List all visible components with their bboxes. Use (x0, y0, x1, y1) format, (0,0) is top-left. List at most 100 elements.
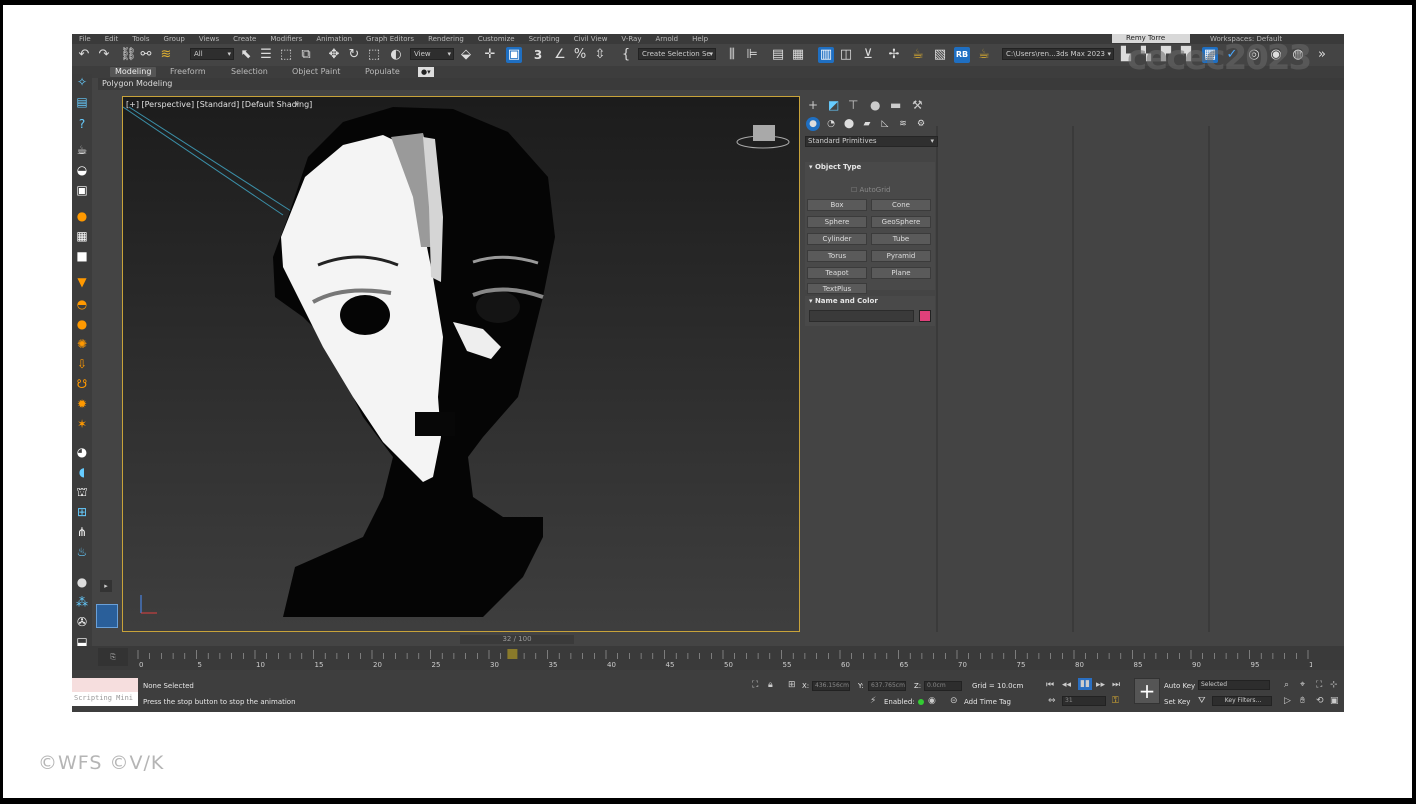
name-and-color-header[interactable]: ▾ Name and Color (805, 296, 935, 307)
omni-light-icon[interactable]: ☋ (74, 376, 90, 392)
rotate-icon[interactable]: ↻ (346, 47, 362, 63)
material-ball-icon[interactable]: ◕ (74, 444, 90, 460)
fire-icon[interactable]: ♨ (74, 544, 90, 560)
render-production-icon[interactable]: ☕ (976, 47, 992, 63)
more-tools-icon[interactable]: » (1314, 47, 1330, 63)
render-setup-icon[interactable]: ☕ (910, 47, 926, 63)
x-coordinate-field[interactable]: 436.156cm (812, 681, 850, 691)
menu-file[interactable]: File (72, 34, 98, 44)
cameras-icon[interactable]: ▰ (860, 117, 874, 131)
undo-icon[interactable]: ↶ (76, 47, 92, 63)
directional-light-icon[interactable]: ⇩ (74, 356, 90, 372)
region-select-icon[interactable]: ⬚ (278, 47, 294, 63)
ribbon-panel-label[interactable]: Polygon Modeling (102, 79, 172, 89)
menu-tools[interactable]: Tools (125, 34, 156, 44)
hierarchy-tab-icon[interactable]: ⊤ (848, 98, 858, 112)
torus-button[interactable]: Torus (807, 250, 867, 262)
textplus-button[interactable]: TextPlus (807, 283, 867, 294)
key-filter-icon[interactable]: ⛛ (1198, 696, 1206, 706)
viewport-label[interactable]: [+] [Perspective] [Standard] [Default Sh… (126, 100, 312, 109)
set-key-button[interactable]: Set Key (1164, 698, 1190, 706)
settings-icon[interactable]: ✇ (74, 614, 90, 630)
y-coordinate-field[interactable]: 637.765cm (868, 681, 906, 691)
orbit-icon[interactable]: ⟲ (1316, 696, 1324, 706)
object-type-header[interactable]: ▾ Object Type (805, 162, 935, 173)
curve-editor-icon[interactable]: ◫ (838, 47, 854, 63)
dome-light-icon[interactable]: ◓ (74, 296, 90, 312)
space-warps-icon[interactable]: ≋ (896, 117, 910, 131)
material-editor-icon[interactable]: ✢ (886, 47, 902, 63)
scene-explorer-icon[interactable]: ▤ (770, 47, 786, 63)
autogrid-checkbox[interactable]: ☐ AutoGrid (851, 186, 890, 194)
menu-modifiers[interactable]: Modifiers (263, 34, 309, 44)
utilities-tab-icon[interactable]: ⚒ (912, 98, 923, 112)
isolate-selection-icon[interactable]: ⛶ (752, 680, 758, 690)
redo-icon[interactable]: ↷ (96, 47, 112, 63)
select-manipulate-icon[interactable]: ✛ (482, 47, 498, 63)
go-to-start-icon[interactable]: ⏮ (1046, 680, 1054, 690)
ribbon-tab-freeform[interactable]: Freeform (170, 67, 206, 77)
sphere-button[interactable]: Sphere (807, 216, 867, 228)
spinner-snap-icon[interactable]: ⇳ (592, 47, 608, 63)
ribbon-tab-modeling[interactable]: Modeling (110, 67, 157, 77)
light-bulb-icon[interactable]: ● (74, 208, 90, 224)
menu-create[interactable]: Create (226, 34, 263, 44)
scale-icon[interactable]: ⬚ (366, 47, 382, 63)
sphere-light-icon[interactable]: ● (74, 316, 90, 332)
bind-space-warp-icon[interactable]: ≋ (158, 47, 174, 63)
rendered-frame-window-icon[interactable]: ▧ (932, 47, 948, 63)
menu-help[interactable]: Help (685, 34, 715, 44)
spot-light-icon[interactable]: ▼ (74, 274, 90, 290)
menu-edit[interactable]: Edit (98, 34, 126, 44)
teapot-icon[interactable]: ☕ (74, 142, 90, 158)
selection-lock-icon[interactable]: 🔒︎ (768, 680, 773, 690)
zoom-extents-icon[interactable]: ⛶ (1316, 680, 1322, 690)
tree-icon[interactable]: ⛫ (74, 484, 90, 500)
sun-light-icon[interactable]: ✹ (74, 396, 90, 412)
menu-civil-view[interactable]: Civil View (567, 34, 615, 44)
geometry-icon[interactable]: ● (806, 117, 820, 131)
go-to-end-icon[interactable]: ⏭ (1112, 680, 1120, 690)
zoom-icon[interactable]: ⌕ (1284, 680, 1289, 690)
video-camera-icon[interactable]: ■ (74, 248, 90, 264)
adaptive-degradation-icon[interactable]: ⚡ (870, 696, 876, 706)
ribbon-tab-object-paint[interactable]: Object Paint (292, 67, 340, 77)
maxscript-listener[interactable]: Scripting Mini (72, 678, 138, 706)
maximize-viewport-icon[interactable]: ▣ (1330, 696, 1339, 706)
keyboard-shortcut-toggle-icon[interactable]: ▣ (506, 47, 522, 63)
pan-icon[interactable]: ✋︎ (1300, 696, 1305, 706)
unlink-icon[interactable]: ⚯ (138, 47, 154, 63)
pyramid-button[interactable]: Pyramid (871, 250, 931, 262)
schematic-view-icon[interactable]: ⊻ (860, 47, 876, 63)
key-mode-select[interactable]: Selected (1198, 680, 1270, 690)
absolute-mode-icon[interactable]: ⊞ (788, 680, 796, 690)
enabled-indicator[interactable] (918, 699, 924, 705)
set-key-big-button[interactable]: + (1134, 678, 1160, 704)
select-by-name-icon[interactable]: ☰ (258, 47, 274, 63)
pivot-center-icon[interactable]: ⬙ (458, 47, 474, 63)
angle-snap-icon[interactable]: ∠ (552, 47, 568, 63)
helpers-icon[interactable]: ◺ (878, 117, 892, 131)
create-tab-icon[interactable]: + (808, 98, 818, 112)
systems-icon[interactable]: ⚙ (914, 117, 928, 131)
menu-vray[interactable]: V-Ray (614, 34, 648, 44)
shapes-icon[interactable]: ◔ (824, 117, 838, 131)
rb-button[interactable]: RB (954, 47, 970, 63)
zoom-all-icon[interactable]: ⌖ (1300, 680, 1305, 690)
selection-filter-select[interactable]: All (190, 48, 234, 60)
box-button[interactable]: Box (807, 199, 867, 211)
motion-tab-icon[interactable]: ● (870, 98, 880, 112)
auto-key-button[interactable]: Auto Key (1164, 682, 1195, 690)
tube-button[interactable]: Tube (871, 233, 931, 245)
reference-coordinate-select[interactable]: View (410, 48, 454, 60)
menu-scripting[interactable]: Scripting (522, 34, 567, 44)
display-tab-icon[interactable]: ▬ (890, 98, 901, 112)
layer-explorer-icon[interactable]: ▦ (790, 47, 806, 63)
previous-frame-icon[interactable]: ◂◂ (1062, 680, 1071, 690)
time-slider[interactable]: 32 / 100 (460, 635, 574, 644)
zoom-extents-all-icon[interactable]: ⊹ (1330, 680, 1338, 690)
menu-animation[interactable]: Animation (309, 34, 359, 44)
perspective-viewport[interactable]: [+] [Perspective] [Standard] [Default Sh… (122, 96, 800, 632)
menu-group[interactable]: Group (157, 34, 192, 44)
camera-bag-icon[interactable]: ▣ (74, 182, 90, 198)
